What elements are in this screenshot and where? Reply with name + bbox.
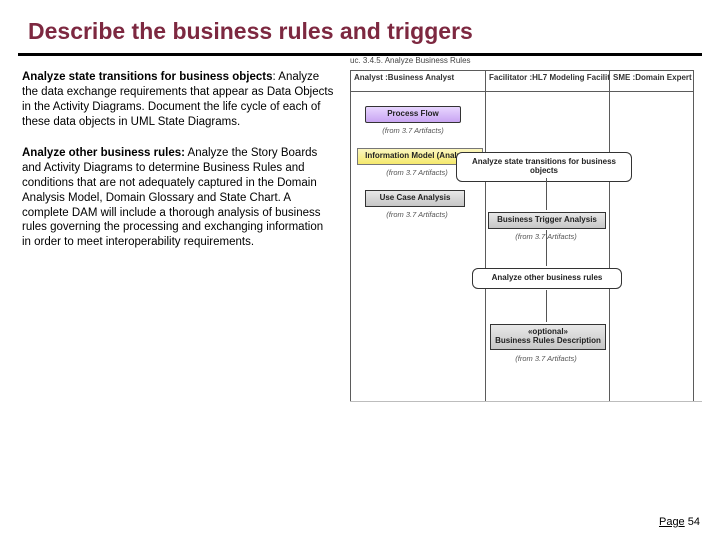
page-footer: Page 54 (659, 516, 700, 528)
para2-body: Analyze the Story Boards and Activity Di… (22, 147, 323, 249)
arrow-1 (546, 178, 547, 210)
para2-heading: Analyze other business rules: (22, 147, 185, 159)
diagram-title: uc. 3.4.5. Analyze Business Rules (350, 56, 471, 65)
slide-title: Describe the business rules and triggers (0, 0, 720, 53)
lane-header-analyst: Analyst :Business Analyst (350, 70, 486, 92)
diagram-column: uc. 3.4.5. Analyze Business Rules Analys… (342, 70, 702, 402)
node-other-rules: Analyze other business rules (472, 268, 622, 289)
node-process-flow: Process Flow (365, 106, 461, 123)
text-column: Analyze state transitions for business o… (22, 70, 334, 402)
lane-header-sme: SME :Domain Expert (610, 70, 694, 92)
from-label-2: (from 3.7 Artifacts) (367, 168, 467, 177)
from-label-1: (from 3.7 Artifacts) (363, 126, 463, 135)
node-trigger: Business Trigger Analysis (488, 212, 606, 229)
paragraph-1: Analyze state transitions for business o… (22, 70, 334, 130)
node-transitions: Analyze state transitions for business o… (456, 152, 632, 182)
lane-col-analyst: Process Flow (from 3.7 Artifacts) Inform… (350, 92, 486, 401)
lane-col-facilitator: Analyze state transitions for business o… (486, 92, 610, 401)
lane-header-facilitator: Facilitator :HL7 Modeling Facilitator (486, 70, 610, 92)
swimlane-body: Process Flow (from 3.7 Artifacts) Inform… (350, 92, 702, 402)
paragraph-2: Analyze other business rules: Analyze th… (22, 146, 334, 251)
page-label: Page (659, 516, 685, 528)
page-number: 54 (688, 516, 700, 528)
lane-col-sme (610, 92, 694, 401)
content-area: Analyze state transitions for business o… (0, 56, 720, 402)
node-optional: «optional» Business Rules Description (490, 324, 606, 350)
arrow-2 (546, 230, 547, 266)
swimlane-headers: Analyst :Business Analyst Facilitator :H… (350, 70, 702, 92)
node-use-case: Use Case Analysis (365, 190, 465, 207)
from-label-3: (from 3.7 Artifacts) (367, 210, 467, 219)
arrow-3 (546, 290, 547, 322)
para1-heading: Analyze state transitions for business o… (22, 71, 273, 83)
from-label-5: (from 3.7 Artifacts) (496, 354, 596, 363)
